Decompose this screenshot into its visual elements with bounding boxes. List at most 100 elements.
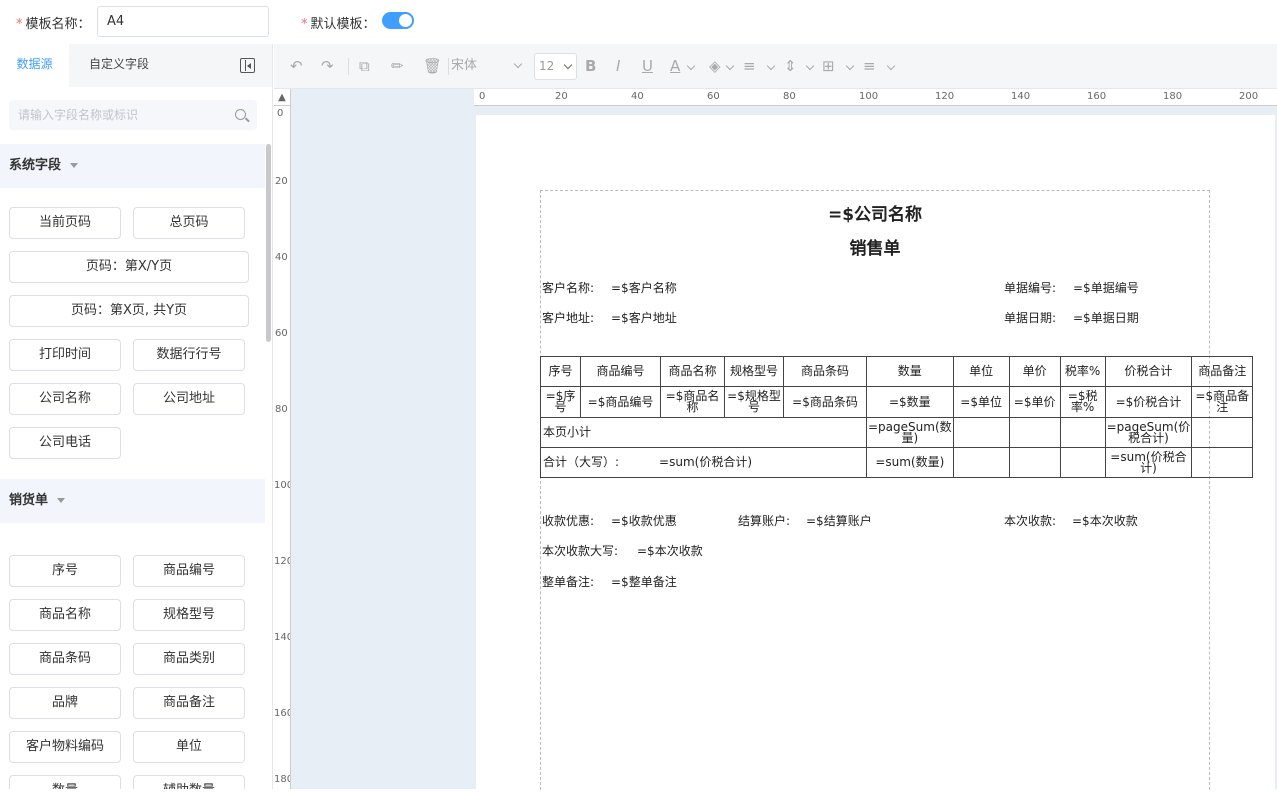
valign-icon[interactable]: ⇕ [784,58,797,75]
account-field[interactable]: =$结算账户 [806,512,872,529]
field-button[interactable]: 商品条码 [9,643,121,675]
template-name-input[interactable] [97,6,269,37]
field-button[interactable]: 单位 [133,731,245,763]
total-qty-cell[interactable]: =sum(数量) [866,447,954,478]
table-cell[interactable] [952,447,1010,478]
distribute-icon[interactable]: ≡ [863,58,876,75]
field-button[interactable]: 规格型号 [133,599,245,631]
table-cell[interactable]: =$商品名称 [660,386,725,418]
table-cell[interactable]: =$序号 [540,386,581,418]
delete-icon[interactable]: 🗑 [423,58,442,75]
customer-address-label[interactable]: 客户地址: [542,309,594,326]
panel-scrollbar[interactable] [266,144,271,342]
italic-icon[interactable]: I [616,58,620,75]
field-button[interactable]: 客户物料编码 [9,731,121,763]
table-cell[interactable]: =$数量 [866,386,954,418]
field-button[interactable]: 公司电话 [9,427,121,459]
table-header-cell[interactable]: 规格型号 [724,356,784,387]
table-header-cell[interactable]: 商品编号 [580,356,661,387]
search-icon[interactable] [235,109,246,120]
table-cell[interactable] [1191,447,1254,478]
redo-icon[interactable]: ↷ [321,58,334,75]
collapse-panel-icon[interactable] [240,58,255,73]
field-button[interactable]: 商品类别 [133,643,245,675]
table-cell[interactable] [1191,417,1254,448]
field-button[interactable]: 商品编号 [133,555,245,587]
section-system-fields[interactable]: 系统字段 [0,144,265,188]
field-button[interactable]: 序号 [9,555,121,587]
discount-field[interactable]: =$收款优惠 [611,512,677,529]
total-amount-cell[interactable]: =sum(价税合计) [1104,447,1193,478]
table-cell[interactable] [1008,417,1061,448]
table-header-cell[interactable]: 税率% [1059,356,1106,387]
customer-name-field[interactable]: =$客户名称 [611,279,677,296]
subtotal-amount-cell[interactable]: =pageSum(价税合计) [1104,417,1193,448]
table-header-cell[interactable]: 商品名称 [660,356,725,387]
font-color-icon[interactable]: A [670,58,680,75]
table-cell[interactable]: =$商品编号 [580,386,661,418]
total-cell[interactable]: 合计（大写）: =sum(价税合计) [540,447,867,478]
document-title[interactable]: 销售单 [540,234,1210,259]
table-cell[interactable]: =$单位 [952,386,1010,418]
customer-name-label[interactable]: 客户名称: [542,279,594,296]
table-cell[interactable]: =$商品备注 [1191,386,1254,418]
field-button[interactable]: 公司地址 [133,383,245,415]
font-size-select[interactable]: 12 [534,53,577,80]
font-family-select[interactable]: 宋体 [451,53,527,79]
field-button[interactable]: 数据行行号 [133,339,245,371]
field-search-input[interactable]: 请输入字段名称或标识 [9,100,257,130]
field-button[interactable]: 打印时间 [9,339,121,371]
table-header-cell[interactable]: 数量 [866,356,954,387]
copy-icon[interactable]: ⧉ [359,58,370,75]
table-cell[interactable] [1059,417,1106,448]
table-header-cell[interactable]: 商品条码 [783,356,867,387]
section-sales-fields[interactable]: 销货单 [0,479,265,523]
subtotal-label[interactable]: 本页小计 [540,417,867,448]
field-button[interactable]: 当前页码 [9,207,121,239]
table-cell[interactable]: =$单价 [1008,386,1061,418]
received-capital-field[interactable]: =$本次收款 [637,542,703,559]
company-name-field[interactable]: =$公司名称 [540,200,1210,225]
table-cell[interactable] [1008,447,1061,478]
discount-label[interactable]: 收款优惠: [542,512,594,529]
doc-number-label[interactable]: 单据编号: [1004,279,1056,296]
default-template-switch[interactable] [382,12,414,29]
field-button[interactable]: 总页码 [133,207,245,239]
received-field[interactable]: =$本次收款 [1072,512,1138,529]
account-label[interactable]: 结算账户: [738,512,790,529]
doc-number-field[interactable]: =$单据编号 [1073,279,1139,296]
detail-table[interactable]: 序号 商品编号 商品名称 规格型号 商品条码 数量 单位 单价 税率% 价税合计… [540,356,1254,478]
field-button[interactable]: 数量 [9,775,121,789]
border-icon[interactable]: ⊞ [822,58,835,75]
field-button[interactable]: 品牌 [9,687,121,719]
remark-label[interactable]: 整单备注: [542,573,594,590]
table-header-cell[interactable]: 单位 [952,356,1010,387]
field-button[interactable]: 页码：第X页, 共Y页 [9,295,249,327]
table-header-cell[interactable]: 商品备注 [1191,356,1254,387]
table-header-cell[interactable]: 单价 [1008,356,1061,387]
tab-datasource[interactable]: 数据源 [0,44,69,87]
field-button[interactable]: 辅助数量 [133,775,245,789]
field-button[interactable]: 页码：第X/Y页 [9,251,249,283]
subtotal-qty-cell[interactable]: =pageSum(数量) [866,417,954,448]
undo-icon[interactable]: ↶ [290,58,303,75]
received-label[interactable]: 本次收款: [1004,512,1056,529]
fill-color-icon[interactable]: ◈ [709,58,721,75]
doc-date-field[interactable]: =$单据日期 [1073,309,1139,326]
align-icon[interactable]: ≡ [743,58,756,75]
bold-icon[interactable]: B [585,58,596,75]
table-cell[interactable]: =$价税合计 [1104,386,1193,418]
received-capital-label[interactable]: 本次收款大写: [542,542,618,559]
field-button[interactable]: 公司名称 [9,383,121,415]
tab-custom-fields[interactable]: 自定义字段 [69,44,169,87]
field-button[interactable]: 商品名称 [9,599,121,631]
table-cell[interactable]: =$税率% [1059,386,1106,418]
format-painter-icon[interactable]: ✏ [391,58,404,75]
table-header-cell[interactable]: 序号 [540,356,581,387]
table-cell[interactable] [952,417,1010,448]
table-cell[interactable]: =$规格型号 [724,386,784,418]
field-button[interactable]: 商品备注 [133,687,245,719]
table-cell[interactable]: =$商品条码 [783,386,867,418]
remark-field[interactable]: =$整单备注 [611,573,677,590]
table-cell[interactable] [1059,447,1106,478]
